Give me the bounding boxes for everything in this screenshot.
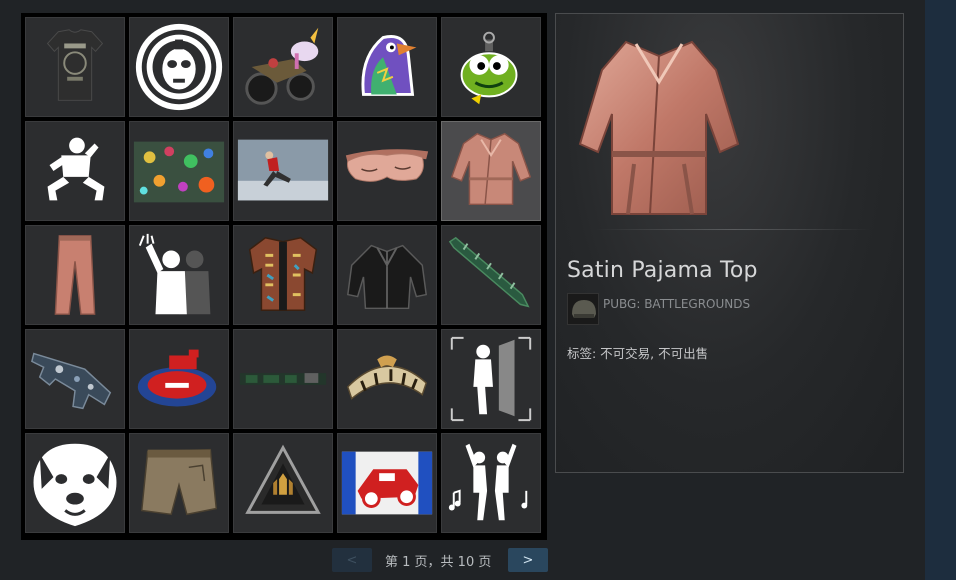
- grid-item[interactable]: [129, 329, 229, 429]
- red-blue-logo-icon: [137, 349, 217, 407]
- grid-item[interactable]: [337, 433, 437, 533]
- grid-item[interactable]: [129, 225, 229, 325]
- grid-item[interactable]: [441, 17, 541, 117]
- tshirt-icon: [46, 29, 104, 101]
- detail-divider: [596, 229, 871, 230]
- satin-pajama-top-icon: [450, 132, 532, 206]
- tiger-hat-icon: [346, 355, 428, 400]
- grid-item[interactable]: [25, 225, 125, 325]
- grid-item[interactable]: [233, 329, 333, 429]
- grid-item[interactable]: [129, 121, 229, 221]
- lean-pose-emote-icon: [450, 336, 532, 422]
- item-detail-panel: Satin Pajama Top PUBG: BATTLEGROUNDS 标签:…: [555, 13, 904, 473]
- bird-sticker-icon: [361, 35, 417, 96]
- grid-item[interactable]: [337, 329, 437, 429]
- grid-item[interactable]: [337, 225, 437, 325]
- dog-face-icon: [33, 443, 117, 527]
- grid-item[interactable]: [25, 121, 125, 221]
- item-tags: 标签: 不可交易, 不可出售: [567, 346, 709, 361]
- game-row: PUBG: BATTLEGROUNDS: [567, 293, 750, 325]
- camo-smg-icon: [31, 352, 112, 410]
- pubg-helmet-icon: [567, 293, 599, 325]
- satin-pants-icon: [54, 235, 96, 315]
- grid-item[interactable]: [337, 121, 437, 221]
- luchador-mask-icon: [135, 23, 223, 111]
- skater-scene-icon: [237, 139, 329, 201]
- confetti-scene-icon: [133, 141, 225, 203]
- grid-item[interactable]: [441, 433, 541, 533]
- item-title: Satin Pajama Top: [567, 258, 758, 283]
- dance-emote-icon: [448, 443, 528, 521]
- sleep-mask-icon: [345, 149, 429, 182]
- page-indicator: 第 1 页，共 10 页: [385, 554, 492, 570]
- triangle-badge-icon: [245, 444, 321, 514]
- game-name[interactable]: PUBG: BATTLEGROUNDS: [603, 297, 750, 311]
- grid-item[interactable]: [233, 433, 333, 533]
- right-edge-strip: [925, 0, 956, 580]
- grid-item[interactable]: [129, 433, 229, 533]
- wave-emote-icon: [138, 233, 211, 315]
- grid-item[interactable]: [441, 329, 541, 429]
- prev-page-button[interactable]: <: [332, 548, 372, 572]
- next-page-button[interactable]: >: [508, 548, 548, 572]
- grid-item[interactable]: [129, 17, 229, 117]
- black-jacket-icon: [346, 244, 428, 310]
- grid-item[interactable]: [337, 17, 437, 117]
- race-car-sticker-icon: [341, 451, 433, 515]
- grid-item[interactable]: [25, 433, 125, 533]
- grid-item[interactable]: [25, 329, 125, 429]
- pagination: < 第 1 页，共 10 页 >: [332, 548, 548, 572]
- item-large-image: [578, 40, 740, 215]
- grid-item[interactable]: [233, 121, 333, 221]
- unicorn-motorbike-icon: [245, 27, 319, 105]
- squat-emote-icon: [47, 137, 105, 201]
- grid-item-selected[interactable]: [441, 121, 541, 221]
- patterned-shirt-icon: [248, 236, 318, 312]
- grid-item[interactable]: [25, 17, 125, 117]
- item-grid: [21, 13, 547, 540]
- khaki-shorts-icon: [140, 448, 218, 516]
- green-machete-icon: [448, 236, 530, 308]
- faded-graffiti-icon: [239, 373, 327, 385]
- inventory-page: Satin Pajama Top PUBG: BATTLEGROUNDS 标签:…: [0, 0, 925, 580]
- grid-item[interactable]: [441, 225, 541, 325]
- grid-item[interactable]: [233, 225, 333, 325]
- grid-item[interactable]: [233, 17, 333, 117]
- frog-grenade-icon: [460, 31, 518, 105]
